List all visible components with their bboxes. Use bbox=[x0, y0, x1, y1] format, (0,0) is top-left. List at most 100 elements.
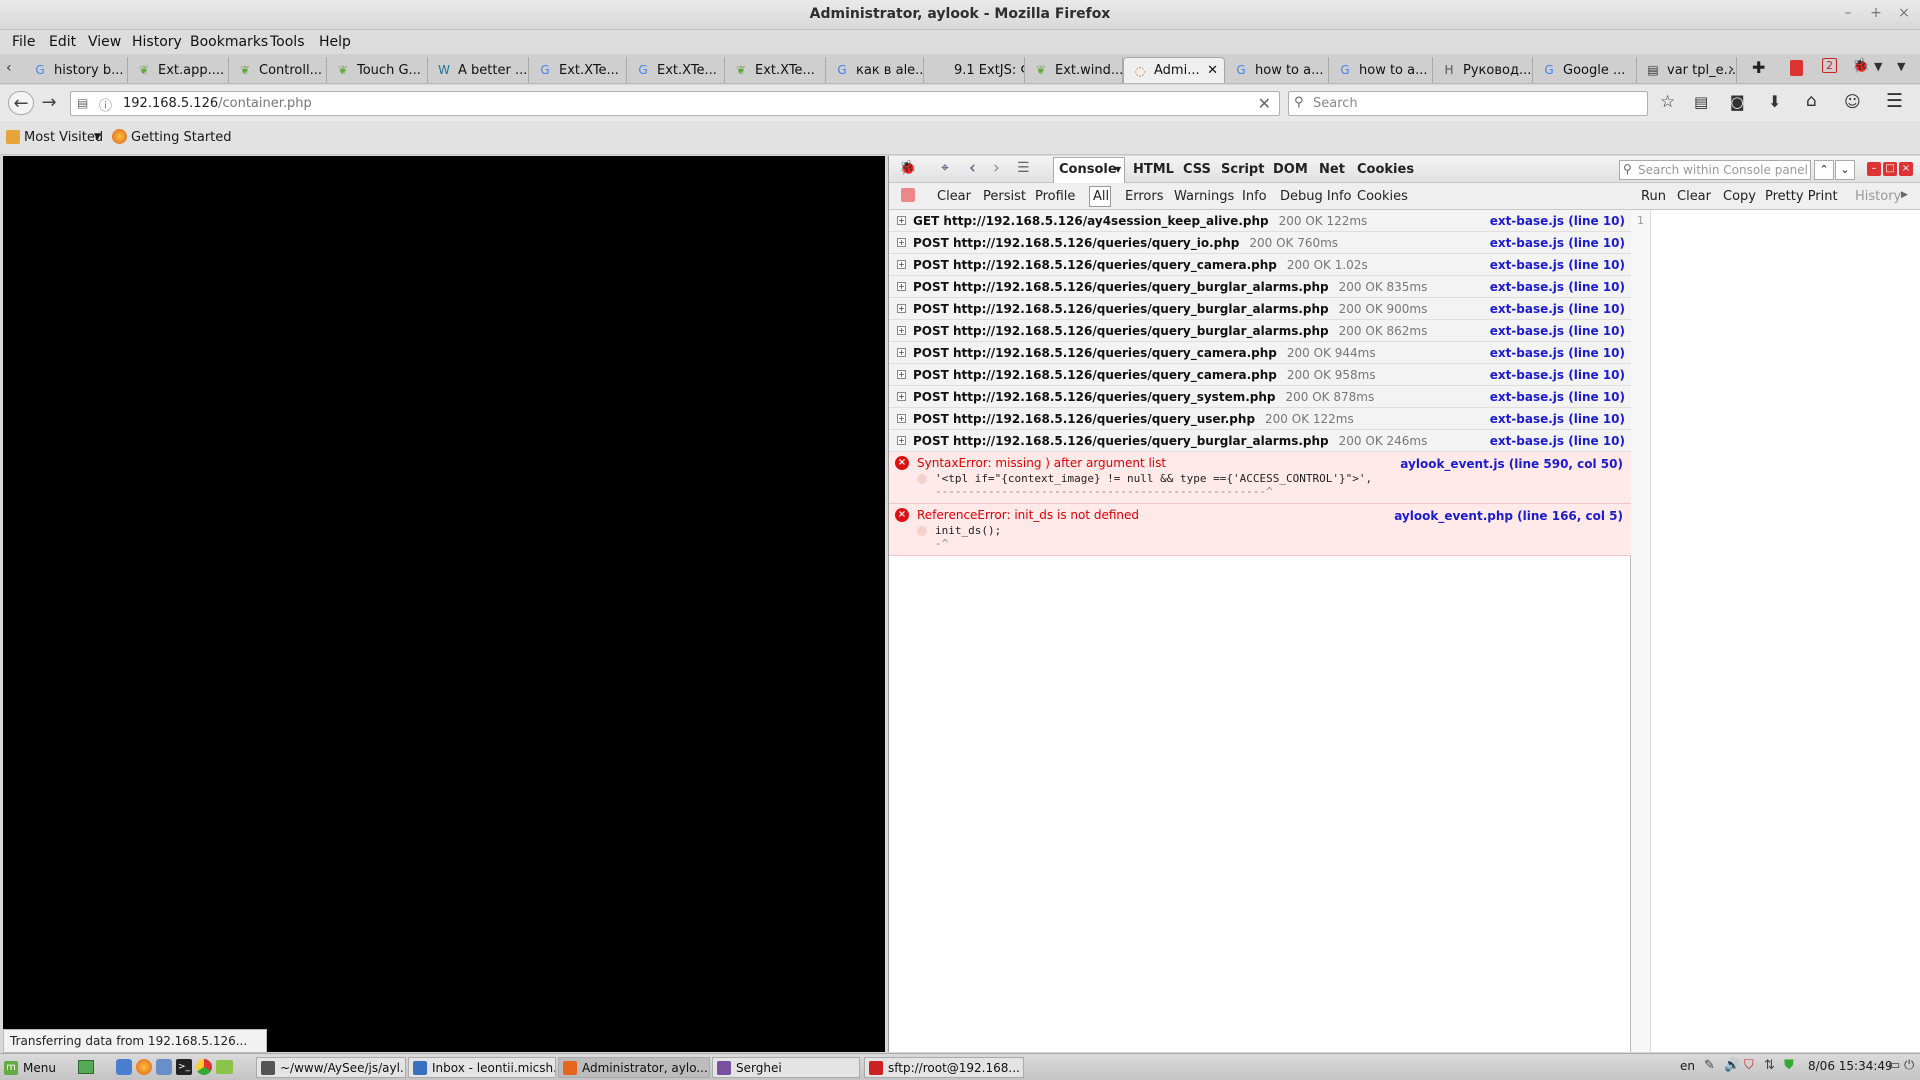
start-menu-button[interactable]: m Menu bbox=[4, 1057, 56, 1078]
filter-warnings[interactable]: Warnings bbox=[1174, 189, 1234, 204]
expand-icon[interactable]: + bbox=[897, 304, 906, 313]
source-link[interactable]: ext-base.js (line 10) bbox=[1490, 368, 1625, 382]
home-icon[interactable]: ⌂ bbox=[1806, 91, 1817, 111]
site-identity-icon[interactable]: ▤ bbox=[77, 96, 88, 110]
tab-16[interactable]: ▤ var tpl_e... bbox=[1637, 57, 1737, 83]
command-line-icon[interactable]: ☰ bbox=[1017, 160, 1030, 176]
menu-tools[interactable]: Tools bbox=[270, 34, 305, 50]
thunderbird-launcher-icon[interactable] bbox=[156, 1059, 172, 1075]
expand-icon[interactable]: + bbox=[897, 238, 906, 247]
close-tab-icon[interactable]: ✕ bbox=[1207, 63, 1218, 78]
tab-3[interactable]: ❦ Touch G... bbox=[327, 57, 428, 83]
source-link[interactable]: ext-base.js (line 10) bbox=[1490, 302, 1625, 316]
clear-console-icon[interactable] bbox=[901, 188, 915, 202]
filter-errors[interactable]: Errors bbox=[1125, 189, 1163, 204]
close-window-icon[interactable]: × bbox=[1894, 5, 1914, 21]
expand-icon[interactable]: + bbox=[897, 260, 906, 269]
update-manager-icon[interactable]: ⛊ bbox=[1784, 1058, 1794, 1073]
expand-icon[interactable]: + bbox=[897, 436, 906, 445]
tab-4[interactable]: W A better ... bbox=[428, 57, 529, 83]
breakpoint-icon[interactable] bbox=[917, 474, 927, 484]
pocket-icon[interactable]: ◙ bbox=[1730, 93, 1745, 111]
power-icon[interactable]: ⏻ bbox=[1904, 1058, 1914, 1073]
menu-edit[interactable]: Edit bbox=[49, 34, 76, 50]
tab-7[interactable]: ❦ Ext.XTe... bbox=[725, 57, 826, 83]
filter-debug-info[interactable]: Debug Info bbox=[1280, 189, 1352, 204]
source-link[interactable]: ext-base.js (line 10) bbox=[1490, 236, 1625, 250]
tab-html[interactable]: HTML bbox=[1133, 162, 1174, 177]
hamburger-menu-icon[interactable]: ☰ bbox=[1886, 90, 1903, 112]
filter-all[interactable]: All bbox=[1093, 189, 1109, 204]
persist-button[interactable]: Persist bbox=[983, 189, 1026, 204]
hello-icon[interactable]: ☺ bbox=[1844, 92, 1861, 111]
chevron-down-icon[interactable]: ▼ bbox=[1115, 165, 1121, 174]
console-request-row[interactable]: + POST http://192.168.5.126/queries/query… bbox=[889, 408, 1631, 430]
downloads-icon[interactable]: ⬇ bbox=[1768, 92, 1781, 111]
firebug-menu-icon[interactable]: 🐞 bbox=[899, 160, 916, 176]
console-log[interactable]: + GET http://192.168.5.126/ay4session_kee… bbox=[889, 210, 1631, 1052]
scroll-tabs-right-icon[interactable]: › bbox=[1728, 59, 1734, 78]
tab-css[interactable]: CSS bbox=[1183, 162, 1211, 177]
tab-9[interactable]: 9.1 ExtJS: Фо... bbox=[924, 57, 1025, 83]
menu-help[interactable]: Help bbox=[319, 34, 351, 50]
maximize-icon[interactable]: + bbox=[1866, 5, 1886, 21]
breakpoint-icon[interactable] bbox=[917, 526, 927, 536]
show-desktop-icon[interactable] bbox=[78, 1060, 94, 1074]
source-link[interactable]: ext-base.js (line 10) bbox=[1490, 280, 1625, 294]
shield-icon[interactable]: ⛉ bbox=[1744, 1058, 1754, 1073]
console-request-row[interactable]: + POST http://192.168.5.126/queries/query… bbox=[889, 364, 1631, 386]
expand-icon[interactable]: + bbox=[897, 326, 906, 335]
clear-button[interactable]: Clear bbox=[937, 189, 971, 204]
chevron-down-icon[interactable]: ▼ bbox=[1874, 60, 1882, 73]
pen-icon[interactable]: ✎ bbox=[1704, 1058, 1715, 1073]
expand-icon[interactable]: + bbox=[897, 348, 906, 357]
tab-10[interactable]: ❦ Ext.wind... bbox=[1025, 57, 1123, 83]
search-down-icon[interactable]: ⌄ bbox=[1835, 160, 1855, 180]
tab-5[interactable]: G Ext.XTe... bbox=[529, 57, 627, 83]
run-button[interactable]: Run bbox=[1641, 189, 1666, 204]
expand-icon[interactable]: + bbox=[897, 414, 906, 423]
search-bar[interactable]: ⚲ Search bbox=[1288, 91, 1648, 116]
back-arrow-icon[interactable]: ‹ bbox=[969, 158, 976, 178]
console-request-row[interactable]: + POST http://192.168.5.126/queries/query… bbox=[889, 342, 1631, 364]
window-titlebar[interactable]: Administrator, aylook - Mozilla Firefox … bbox=[0, 0, 1920, 30]
forward-arrow-icon[interactable]: › bbox=[993, 158, 1000, 178]
taskbar-window-0[interactable]: ~/www/AySee/js/ayl... bbox=[256, 1057, 406, 1078]
app-launcher-icon[interactable] bbox=[116, 1059, 132, 1075]
volume-icon[interactable]: 🔊 bbox=[1724, 1058, 1740, 1073]
stop-loading-icon[interactable]: ✕ bbox=[1258, 94, 1271, 113]
source-link[interactable]: ext-base.js (line 10) bbox=[1490, 214, 1625, 228]
taskbar-window-1[interactable]: Inbox - leontii.micsh... bbox=[408, 1057, 556, 1078]
notifications-badge-icon[interactable]: 2 bbox=[1822, 58, 1837, 73]
source-link[interactable]: ext-base.js (line 10) bbox=[1490, 346, 1625, 360]
taskbar-window-3[interactable]: Serghei bbox=[712, 1057, 860, 1078]
back-button[interactable]: ← bbox=[8, 91, 34, 115]
tab-dom[interactable]: DOM bbox=[1273, 162, 1308, 177]
expand-icon[interactable]: + bbox=[897, 282, 906, 291]
console-request-row[interactable]: + POST http://192.168.5.126/queries/query… bbox=[889, 386, 1631, 408]
url-bar[interactable]: ▤ ⓘ 192.168.5.126/container.php ✕ bbox=[70, 91, 1280, 116]
expand-icon[interactable]: + bbox=[897, 370, 906, 379]
source-link[interactable]: ext-base.js (line 10) bbox=[1490, 390, 1625, 404]
source-link[interactable]: ext-base.js (line 10) bbox=[1490, 434, 1625, 448]
tab-14[interactable]: H Руковод... bbox=[1433, 57, 1533, 83]
profile-button[interactable]: Profile bbox=[1035, 189, 1075, 204]
detach-firebug-icon[interactable]: □ bbox=[1883, 162, 1897, 176]
tab-net[interactable]: Net bbox=[1319, 162, 1345, 177]
network-icon[interactable]: ⇅ bbox=[1764, 1058, 1775, 1073]
tab-15[interactable]: G Google ... bbox=[1533, 57, 1637, 83]
getting-started-bookmark[interactable]: Getting Started bbox=[131, 130, 232, 145]
menu-view[interactable]: View bbox=[88, 34, 121, 50]
source-link[interactable]: ext-base.js (line 10) bbox=[1490, 258, 1625, 272]
copy-button[interactable]: Copy bbox=[1723, 189, 1756, 204]
tab-11[interactable]: ◌ Admi... ✕ bbox=[1123, 57, 1225, 83]
tab-console[interactable]: Console bbox=[1059, 162, 1117, 177]
chevron-down-icon[interactable]: ▼ bbox=[94, 132, 101, 142]
inspect-icon[interactable]: ⌖ bbox=[941, 160, 949, 176]
console-error-row[interactable]: × ReferenceError: init_ds is not defined i… bbox=[889, 504, 1631, 556]
bookmark-star-icon[interactable]: ☆ bbox=[1660, 92, 1675, 112]
console-search-input[interactable]: ⚲ Search within Console panel bbox=[1619, 160, 1811, 180]
expand-icon[interactable]: + bbox=[897, 216, 906, 225]
firefox-launcher-icon[interactable] bbox=[136, 1059, 152, 1075]
tab-8[interactable]: Gкак в ale... bbox=[826, 57, 924, 83]
